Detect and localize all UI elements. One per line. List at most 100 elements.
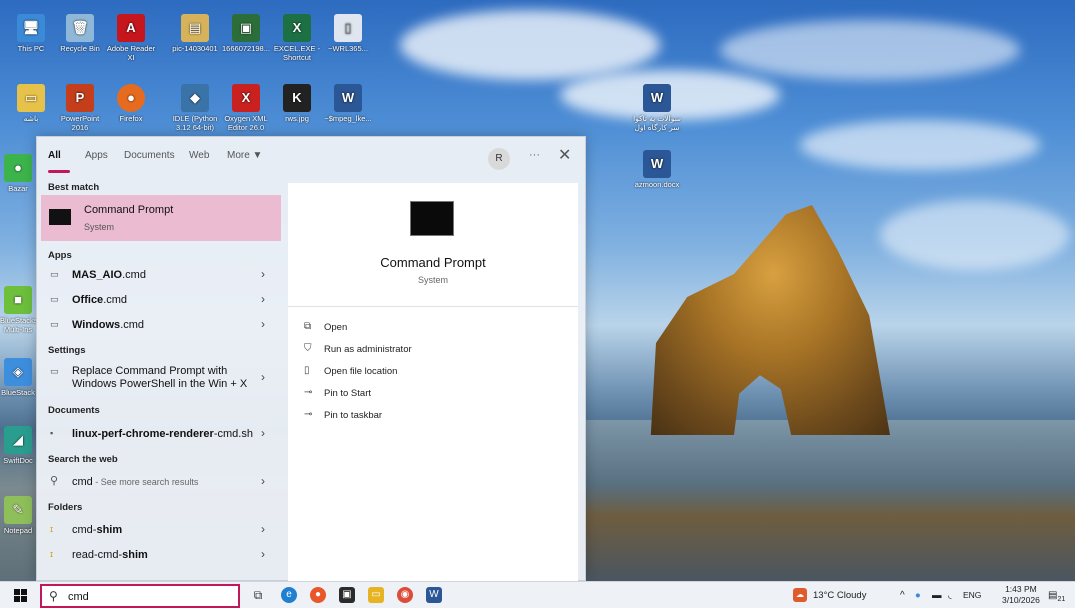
desktop-icon-label: rws.jpg: [285, 114, 309, 123]
result-label-bold: Windows: [72, 319, 121, 331]
action-label: Pin to Start: [324, 388, 371, 399]
desktop-icon-idle-python[interactable]: ◆ IDLE (Python 3.12 64-bit): [170, 84, 220, 132]
desktop-icon-label: Firefox: [119, 114, 143, 123]
desktop-icon-label: EXCEL.EXE - Shortcut: [273, 44, 321, 62]
chevron-right-icon[interactable]: ›: [261, 292, 265, 306]
settings-line-2: Windows PowerShell in the Win + X: [72, 378, 248, 390]
desktop-icon-label: سوالات یه تاکوا سر کارگاه اول: [633, 114, 681, 132]
desktop-icon-oxygen[interactable]: X Oxygen XML Editor 26.0: [221, 84, 271, 132]
tab-apps[interactable]: Apps: [85, 150, 108, 161]
display-icon: ▭: [50, 366, 59, 376]
weather-text[interactable]: 13°C Cloudy: [813, 590, 866, 601]
windows-start-icon[interactable]: [14, 589, 27, 602]
wifi-icon[interactable]: ◟: [948, 590, 952, 601]
search-input[interactable]: cmd: [68, 591, 89, 603]
file-explorer-icon[interactable]: ▭: [368, 587, 384, 603]
document-result-linux-perf[interactable]: ▪ linux-perf-chrome-renderer-cmd.sh ›: [41, 422, 279, 446]
tab-web[interactable]: Web: [189, 150, 209, 161]
desktop-icon-this-pc[interactable]: 🖥 This PC: [6, 14, 56, 53]
edge-icon[interactable]: e: [281, 587, 297, 603]
folder-result-cmd-shim[interactable]: ɪ cmd-shim ›: [41, 518, 279, 542]
desktop-icon-swiftdoc[interactable]: ◢ SwiftDoc: [0, 426, 36, 465]
desktop-icon-rws[interactable]: Krws.jpg: [272, 84, 322, 123]
start-search-panel: All Apps Documents Web More ▼ R ··· ✕ Be…: [36, 136, 586, 582]
network-tray-icon[interactable]: ●: [915, 590, 921, 601]
app-result-mas-aio[interactable]: ▭ MAS_AIO.cmd ›: [41, 263, 279, 287]
result-label-rest: .cmd: [103, 294, 128, 306]
result-label: Office.cmd: [72, 294, 127, 306]
app-result-windows[interactable]: ▭ Windows.cmd ›: [41, 313, 279, 337]
desktop-icon-wrl[interactable]: ▯ ~WRL365...: [323, 14, 373, 53]
desktop-icon-recycle-bin[interactable]: 🗑 Recycle Bin: [55, 14, 105, 53]
more-options-icon[interactable]: ···: [529, 149, 540, 161]
close-icon[interactable]: ✕: [558, 145, 571, 165]
notification-icon[interactable]: ▤21: [1048, 590, 1065, 603]
avatar[interactable]: R: [488, 148, 510, 170]
desktop-icon-label: باشه: [23, 114, 39, 123]
task-view-icon[interactable]: ⧉: [250, 587, 266, 603]
tab-more[interactable]: More ▼: [227, 150, 262, 161]
chevron-right-icon[interactable]: ›: [261, 474, 265, 488]
weather-icon[interactable]: ☁: [793, 588, 807, 602]
chevron-right-icon[interactable]: ›: [261, 547, 265, 561]
chevron-right-icon[interactable]: ›: [261, 426, 265, 440]
rock-arch: [650, 205, 890, 435]
desktop-icon-label: BlueStacks Multi-Ins: [0, 316, 38, 334]
terminal-icon: ▭: [50, 319, 59, 329]
desktop-icon-folder[interactable]: ▭ باشه: [6, 84, 56, 123]
battery-icon[interactable]: ▬: [932, 590, 942, 601]
sea: [580, 420, 1075, 581]
desktop-icon-label: ~WRL365...: [328, 44, 368, 53]
chevron-right-icon[interactable]: ›: [261, 267, 265, 281]
preview-pane: Command Prompt System ⧉ Open ⛉ Run as admi…: [288, 183, 578, 582]
shield-icon: ⛉: [304, 343, 312, 354]
tab-documents[interactable]: Documents: [124, 150, 175, 161]
desktop-icon-pic[interactable]: ▤ pic-14030401: [170, 14, 220, 53]
desktop-icon-bazar[interactable]: ● Bazar: [0, 154, 36, 193]
result-label-bold: MAS_AIO: [72, 269, 123, 281]
desktop-icon-bluestacks[interactable]: ◈ BlueStack: [0, 358, 36, 397]
chevron-right-icon[interactable]: ›: [261, 522, 265, 536]
chrome-icon[interactable]: ◉: [397, 587, 413, 603]
settings-line-1: Replace Command Prompt with: [72, 365, 228, 377]
desktop-icon-powerpoint[interactable]: P PowerPoint 2016: [55, 84, 105, 132]
desktop-icon-word-questions[interactable]: W سوالات یه تاکوا سر کارگاه اول: [632, 84, 682, 132]
firefox-icon[interactable]: ●: [310, 587, 326, 603]
web-search-result[interactable]: ⚲ cmd - See more search results ›: [41, 470, 279, 494]
result-label-rest: .cmd: [120, 319, 145, 331]
desktop-icon-adobe-reader[interactable]: A Adobe Reader XI: [106, 14, 156, 62]
desktop-icon-firefox[interactable]: ● Firefox: [106, 84, 156, 123]
desktop-icon-label: azmoon.docx: [634, 180, 680, 189]
desktop-icon-excel[interactable]: X EXCEL.EXE - Shortcut: [272, 14, 322, 62]
store-icon[interactable]: ▣: [339, 587, 355, 603]
language-indicator[interactable]: ENG: [963, 590, 981, 600]
folder-result-read-cmd-shim[interactable]: ɪ read-cmd-shim ›: [41, 543, 279, 567]
clock[interactable]: 1:43 PM 3/10/2026: [1002, 584, 1040, 606]
results-list: Best match Command Prompt System Apps ▭ …: [37, 177, 287, 582]
desktop-icon-label: BlueStack: [1, 388, 35, 397]
desktop-icon-word-temp[interactable]: W ~$mpeg_lke...: [323, 84, 373, 123]
result-label-prefix: read-cmd-: [72, 549, 123, 561]
desktop-icon-bluestacks-multi[interactable]: ■ BlueStacks Multi-Ins: [0, 286, 38, 334]
file-location-icon: ▯: [304, 365, 310, 376]
tab-all[interactable]: All: [48, 150, 61, 161]
desktop-icon-azmoon[interactable]: Wazmoon.docx: [632, 150, 682, 189]
desktop-icon-label: This PC: [17, 44, 45, 53]
desktop-icon-label: IDLE (Python 3.12 64-bit): [172, 114, 218, 132]
desktop-icon-photo[interactable]: ▣ 1666072198...: [221, 14, 271, 53]
chevron-right-icon[interactable]: ›: [261, 370, 265, 384]
chevron-right-icon[interactable]: ›: [261, 317, 265, 331]
command-prompt-large-icon: [410, 201, 454, 236]
desktop-icon-notepad[interactable]: ✎ Notepad: [0, 496, 36, 535]
word-icon[interactable]: W: [426, 587, 442, 603]
desktop-icon-label: 1666072198...: [222, 44, 270, 53]
result-label: MAS_AIO.cmd: [72, 269, 146, 281]
chevron-up-icon[interactable]: ^: [900, 590, 905, 601]
app-result-office[interactable]: ▭ Office.cmd ›: [41, 288, 279, 312]
search-icon: ⚲: [50, 475, 59, 487]
best-match-command-prompt[interactable]: Command Prompt System: [41, 195, 281, 241]
desktop-icon-label: pic-14030401: [172, 44, 218, 53]
settings-result-powershell[interactable]: ▭ Replace Command Prompt with Windows Pow…: [41, 359, 279, 397]
result-label-bold: shim: [122, 549, 148, 561]
taskbar-search-box[interactable]: ⚲ cmd: [40, 584, 240, 608]
